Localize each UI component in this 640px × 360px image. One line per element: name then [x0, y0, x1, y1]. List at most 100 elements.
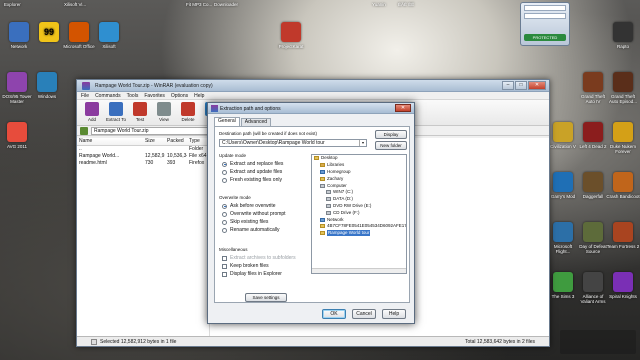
- status-total: Total 12,583,642 bytes in 2 files: [464, 338, 535, 345]
- menu-file[interactable]: File: [81, 93, 89, 99]
- display-button[interactable]: Display: [375, 130, 407, 139]
- desktop-icon-xilisoft[interactable]: Xilisoft: [92, 22, 126, 49]
- app-99-icon: 99: [39, 22, 59, 42]
- tree-node-drive-f[interactable]: CD Drive (F:): [312, 209, 406, 216]
- desktop-icon-daggerfall[interactable]: Daggerfall: [576, 172, 610, 199]
- toolbar-view-button[interactable]: View: [153, 102, 175, 123]
- extraction-dialog[interactable]: Extraction path and options ✕ General Ad…: [207, 102, 415, 324]
- desktop-icon-tf2[interactable]: Team Fortress 2: [606, 222, 640, 249]
- tree-node-desktop[interactable]: Desktop: [312, 155, 406, 162]
- radio-rename-automatically[interactable]: Rename automatically: [219, 226, 303, 234]
- save-settings-button[interactable]: Save settings: [245, 293, 287, 302]
- table-row[interactable]: Rampage World... 12,582,912 10,536,348 F…: [77, 153, 209, 160]
- desktop-icon-sims3[interactable]: The Sims 3: [546, 272, 580, 299]
- gadget-field[interactable]: [524, 5, 566, 11]
- table-row[interactable]: readme.html 730 393 Firefox: [77, 160, 209, 167]
- close-button[interactable]: ✕: [528, 81, 546, 90]
- folder-icon: [320, 224, 325, 229]
- radio-extract-update[interactable]: Extract and update files: [219, 168, 303, 176]
- address-field[interactable]: Rampage World Tour.zip: [91, 126, 215, 135]
- menu-tools[interactable]: Tools: [127, 93, 139, 99]
- dialog-title: Extraction path and options: [220, 106, 281, 112]
- tree-node-drive-d[interactable]: DATA (D:): [312, 196, 406, 203]
- cd-drive-icon: [326, 210, 331, 215]
- tree-node-network[interactable]: Network: [312, 216, 406, 223]
- dialog-titlebar[interactable]: Extraction path and options ✕: [208, 103, 414, 114]
- menu-favorites[interactable]: Favorites: [144, 93, 165, 99]
- desktop-icon-network[interactable]: Network: [2, 22, 36, 49]
- desktop-icon-gmod[interactable]: Garry's Mod: [546, 172, 580, 199]
- menu-options[interactable]: Options: [171, 93, 188, 99]
- column-name[interactable]: Name: [77, 138, 143, 145]
- column-type[interactable]: Type: [187, 138, 209, 145]
- help-button[interactable]: Help: [382, 309, 406, 319]
- toolbar-extract-button[interactable]: Extract To: [105, 102, 127, 123]
- desktop-icon-crash[interactable]: Crash Bandicoot: [606, 172, 640, 199]
- desktop-icon-dos[interactable]: DOS/95 Tower Master: [0, 72, 34, 104]
- desktop-icon-windows[interactable]: Windows: [30, 72, 64, 99]
- destination-path-input[interactable]: C:\Users\Owner\Desktop\Rampage World tou…: [219, 139, 367, 147]
- tree-node-computer[interactable]: Computer: [312, 182, 406, 189]
- cancel-button[interactable]: Cancel: [352, 309, 376, 319]
- file-list[interactable]: Name Size Packed Type .. Folder Rampage …: [77, 138, 209, 336]
- desktop-icon-dod[interactable]: Day of Defeat Source: [576, 222, 610, 254]
- toolbar-delete-button[interactable]: Delete: [177, 102, 199, 123]
- new-folder-button[interactable]: New folder: [375, 141, 407, 150]
- tree-node-libraries[interactable]: Libraries: [312, 162, 406, 169]
- dialog-close-button[interactable]: ✕: [395, 104, 411, 112]
- gta-icon: [583, 72, 603, 92]
- checkbox-keep-broken[interactable]: Keep broken files: [219, 262, 303, 270]
- tree-node-drive-e[interactable]: DVD RW Drive (E:): [312, 203, 406, 210]
- tree-node-homegroup[interactable]: Homegroup: [312, 169, 406, 176]
- desktop-icon-99[interactable]: 99: [32, 22, 66, 44]
- radio-overwrite-without-prompt[interactable]: Overwrite without prompt: [219, 210, 303, 218]
- tree-node-guid-folder[interactable]: 4B7CF78FE0541E054534D6092AFE17: [312, 223, 406, 230]
- desktop-icon-gta-episodes[interactable]: Grand Theft Auto Episod...: [606, 72, 640, 104]
- tab-general[interactable]: General: [214, 117, 240, 126]
- tab-advanced[interactable]: Advanced: [240, 118, 272, 126]
- desktop-icon-gta4[interactable]: Grand Theft Auto IV: [576, 72, 610, 104]
- desktop-icon-office[interactable]: Microsoft Office: [62, 22, 96, 49]
- desktop-icon-rapto[interactable]: Rapto: [606, 22, 640, 49]
- folder-tree[interactable]: Desktop Libraries Homegroup Zachary Comp…: [311, 154, 407, 274]
- toolbar-test-button[interactable]: Test: [129, 102, 151, 123]
- minimize-button[interactable]: –: [502, 81, 514, 90]
- tree-node-rampage-selected[interactable]: Rampage World tour: [312, 230, 406, 237]
- tree-horizontal-scrollbar[interactable]: [312, 268, 406, 273]
- maximize-button[interactable]: □: [515, 81, 527, 90]
- desktop-icon-duke[interactable]: Duke Nukem Forever: [606, 122, 640, 154]
- flight-icon: [553, 222, 573, 242]
- toolbar-add-button[interactable]: Add: [81, 102, 103, 123]
- radio-skip-existing[interactable]: Skip existing files: [219, 218, 303, 226]
- top-label: Yuanin: [372, 2, 386, 7]
- checkbox-display-in-explorer[interactable]: Display files in Explorer: [219, 270, 303, 278]
- tree-node-user[interactable]: Zachary: [312, 175, 406, 182]
- gadget-field[interactable]: [524, 13, 566, 19]
- folder-icon: [320, 231, 325, 236]
- ok-button[interactable]: OK: [322, 309, 346, 319]
- desktop-icon-projectkarat[interactable]: ProjectKarat: [274, 22, 308, 49]
- chevron-down-icon[interactable]: ▾: [359, 140, 366, 146]
- menu-help[interactable]: Help: [194, 93, 204, 99]
- checkbox-extract-subfolders[interactable]: Extract archives to subfolders: [219, 254, 303, 262]
- radio-fresh-existing[interactable]: Fresh existing files only: [219, 176, 303, 184]
- tree-node-drive-c[interactable]: WIN7 (C:): [312, 189, 406, 196]
- radio-extract-replace[interactable]: Extract and replace files: [219, 160, 303, 168]
- desktop-icon-civ5[interactable]: Civilization V: [546, 122, 580, 149]
- radio-ask-before[interactable]: Ask before overwrite: [219, 202, 303, 210]
- corner-overlay: [560, 330, 636, 354]
- table-row[interactable]: .. Folder: [77, 146, 209, 153]
- desktop-gadget[interactable]: PROTECTED: [520, 2, 570, 46]
- menu-commands[interactable]: Commands: [95, 93, 121, 99]
- civ-icon: [553, 122, 573, 142]
- desktop-icon-spiral-knights[interactable]: Spiral Knights: [606, 272, 640, 299]
- sims-icon: [553, 272, 573, 292]
- desktop-icon-flight[interactable]: Microsoft Flight...: [546, 222, 580, 254]
- desktop-icon-ava[interactable]: Alliance of Valiant Arms: [576, 272, 610, 304]
- column-packed[interactable]: Packed: [165, 138, 187, 145]
- winrar-titlebar[interactable]: Rampage World Tour.zip - WinRAR (evaluat…: [77, 80, 549, 92]
- column-size[interactable]: Size: [143, 138, 165, 145]
- desktop-icon-l4d2[interactable]: Left 4 Dead 2: [576, 122, 610, 149]
- desktop-icon-avg[interactable]: AVG 2011: [0, 122, 34, 149]
- up-folder-icon[interactable]: [80, 126, 88, 135]
